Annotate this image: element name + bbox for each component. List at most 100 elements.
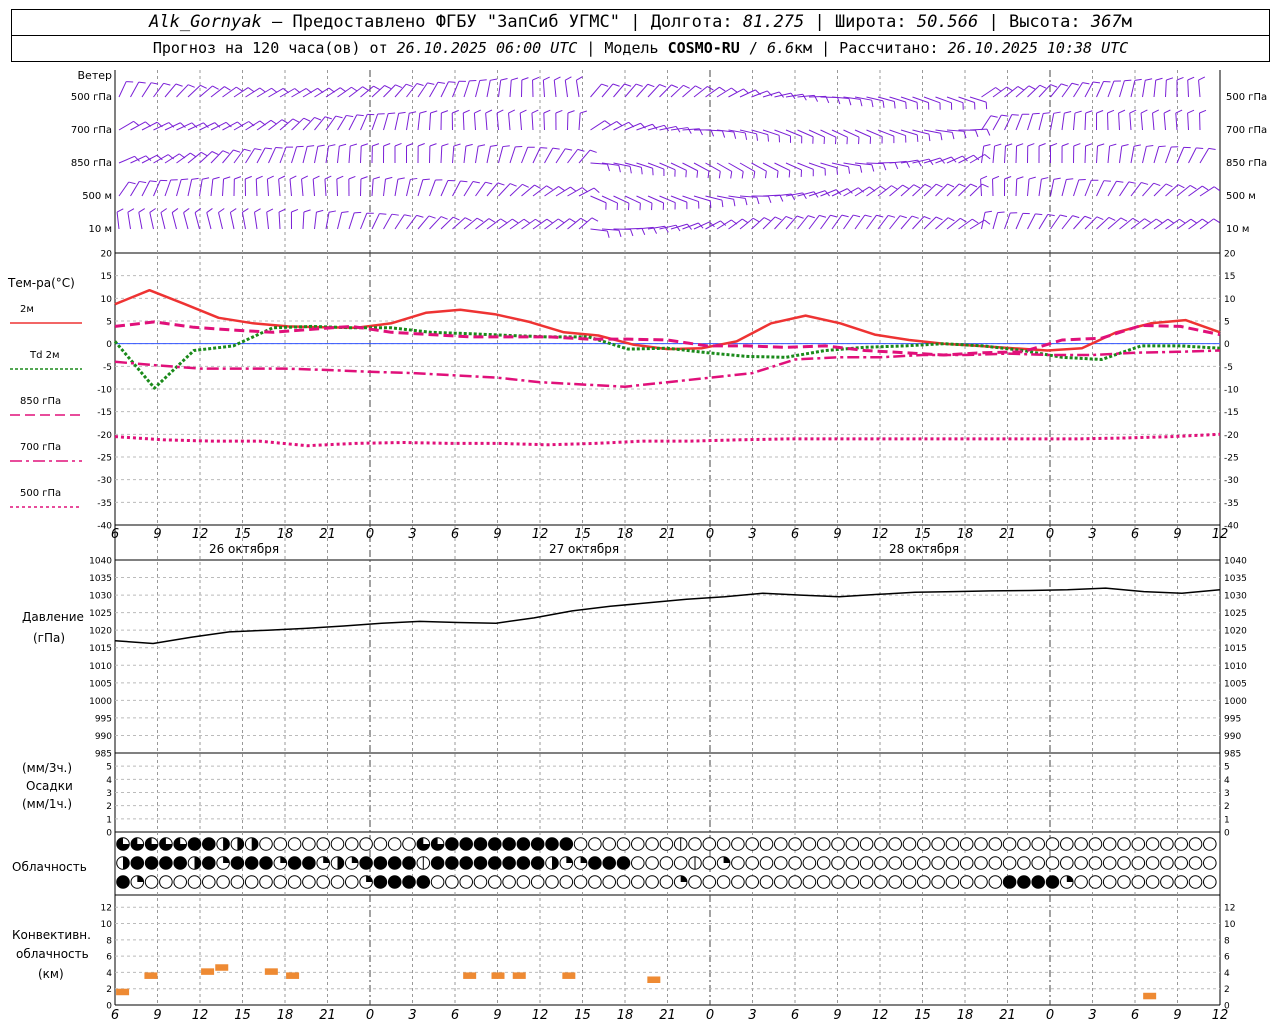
cloud-symbol bbox=[917, 875, 931, 889]
wind-barb-flag bbox=[362, 86, 369, 91]
wind-barb-flag bbox=[398, 111, 406, 114]
wind-barb bbox=[1130, 146, 1135, 164]
wind-barb bbox=[1038, 113, 1044, 131]
wind-barb bbox=[508, 113, 511, 131]
wind-barb-flag bbox=[372, 143, 380, 147]
cloud-circle bbox=[1203, 837, 1217, 851]
cloud-symbol bbox=[1088, 856, 1103, 870]
wind-barb-flag bbox=[554, 76, 561, 81]
wind-barb-flag bbox=[430, 110, 438, 114]
legend-label: 500 гПа bbox=[20, 488, 61, 499]
cloud-circle bbox=[402, 837, 416, 851]
temp-tick-label: 0 bbox=[106, 340, 112, 350]
cloud-circle bbox=[831, 875, 845, 889]
cloud-symbol bbox=[759, 837, 774, 851]
wind-barb bbox=[1153, 146, 1160, 164]
wind-barb-flag bbox=[744, 132, 748, 140]
pressure-unit: (гПа) bbox=[33, 631, 65, 645]
cloud-symbol bbox=[588, 856, 602, 870]
wind-barb bbox=[531, 113, 534, 131]
wind-barb-flag bbox=[1035, 213, 1043, 216]
cloud-circle bbox=[688, 837, 702, 851]
wind-barb bbox=[1073, 179, 1080, 197]
cloud-symbol bbox=[330, 875, 345, 889]
pressure-tick-label: 1035 bbox=[89, 574, 112, 584]
wind-barb-flag bbox=[958, 183, 966, 188]
wind-barb bbox=[302, 117, 315, 131]
temp-tick-label: -10 bbox=[97, 386, 112, 396]
wind-barb-flag bbox=[882, 100, 885, 108]
wind-barb bbox=[1015, 114, 1023, 131]
wind-barb-flag bbox=[1071, 82, 1079, 86]
wind-barb bbox=[1084, 112, 1087, 131]
wind-barb-flag bbox=[580, 217, 588, 223]
cloud-circle bbox=[816, 875, 831, 889]
wind-barb bbox=[383, 113, 389, 131]
wind-barb bbox=[475, 218, 490, 230]
cloud-half bbox=[123, 856, 130, 870]
wind-barb-flag bbox=[552, 147, 560, 150]
cloud-symbol bbox=[402, 837, 416, 851]
cloud-circle bbox=[302, 837, 316, 851]
wind-barb bbox=[578, 149, 591, 164]
cloud-symbol bbox=[745, 856, 760, 870]
temp-tick-label: -15 bbox=[97, 408, 112, 418]
wind-barb bbox=[1152, 113, 1155, 131]
cloud-symbol bbox=[759, 875, 774, 889]
wind-barb-flag bbox=[1213, 186, 1221, 192]
wind-level-label: 850 гПа bbox=[71, 158, 112, 169]
cloud-circle bbox=[159, 875, 173, 889]
wind-barb bbox=[289, 179, 292, 197]
hour-tick-label: 18 bbox=[957, 527, 974, 542]
wind-barb-flag bbox=[523, 218, 531, 224]
cloud-circle bbox=[559, 875, 574, 889]
wind-barb-flag bbox=[776, 170, 779, 178]
wind-barb bbox=[1015, 213, 1024, 230]
cloud-circle bbox=[173, 875, 187, 889]
wind-barb-flag bbox=[160, 208, 167, 213]
cloud-symbol bbox=[130, 856, 145, 870]
wind-barb bbox=[348, 114, 358, 131]
cloud-circle bbox=[788, 856, 802, 870]
wind-barb-flag bbox=[188, 84, 195, 88]
wind-barb bbox=[553, 80, 557, 98]
wind-barb-flag bbox=[841, 214, 849, 218]
hour-tick-label: 18 bbox=[957, 1008, 974, 1023]
cloud-circle bbox=[573, 837, 588, 851]
cloud-symbol bbox=[116, 875, 130, 889]
wind-barb-flag bbox=[986, 128, 991, 136]
wind-barb bbox=[1199, 218, 1214, 230]
wind-barb-flag bbox=[683, 84, 690, 89]
cloud-symbol bbox=[1145, 875, 1160, 889]
wind-barb-flag bbox=[416, 214, 424, 218]
convective-bar bbox=[512, 972, 526, 979]
wind-barb bbox=[1004, 114, 1013, 131]
wind-barb-flag bbox=[671, 84, 679, 89]
wind-barb-flag bbox=[796, 215, 804, 219]
cloud-symbols bbox=[116, 837, 1217, 889]
wind-barb-flag bbox=[980, 175, 988, 180]
cloud-symbol bbox=[416, 837, 431, 851]
cloud-circle bbox=[302, 856, 316, 870]
wind-barb bbox=[417, 215, 430, 230]
hour-tick-label: 12 bbox=[872, 1008, 889, 1023]
wind-barb bbox=[1188, 147, 1197, 164]
cloud-circle bbox=[874, 837, 888, 851]
wind-barb bbox=[498, 146, 504, 164]
cloud-symbol bbox=[774, 837, 788, 851]
wind-barb-flag bbox=[428, 215, 436, 219]
cloud-circle bbox=[716, 875, 731, 889]
cloud-circle bbox=[702, 875, 717, 889]
wind-barb-flag bbox=[497, 182, 505, 186]
cloud-symbol bbox=[144, 837, 159, 851]
cloud-circle bbox=[745, 837, 760, 851]
wind-barb bbox=[567, 217, 582, 230]
wind-barb bbox=[164, 83, 177, 98]
cloud-symbol bbox=[1017, 837, 1031, 851]
pressure-tick-label: 990 bbox=[95, 732, 112, 742]
cloud-symbol bbox=[144, 856, 159, 870]
cloud-circle bbox=[759, 856, 774, 870]
cloud-symbol bbox=[1060, 837, 1074, 851]
wind-barb-flag bbox=[391, 213, 399, 216]
cloud-symbol bbox=[645, 837, 659, 851]
